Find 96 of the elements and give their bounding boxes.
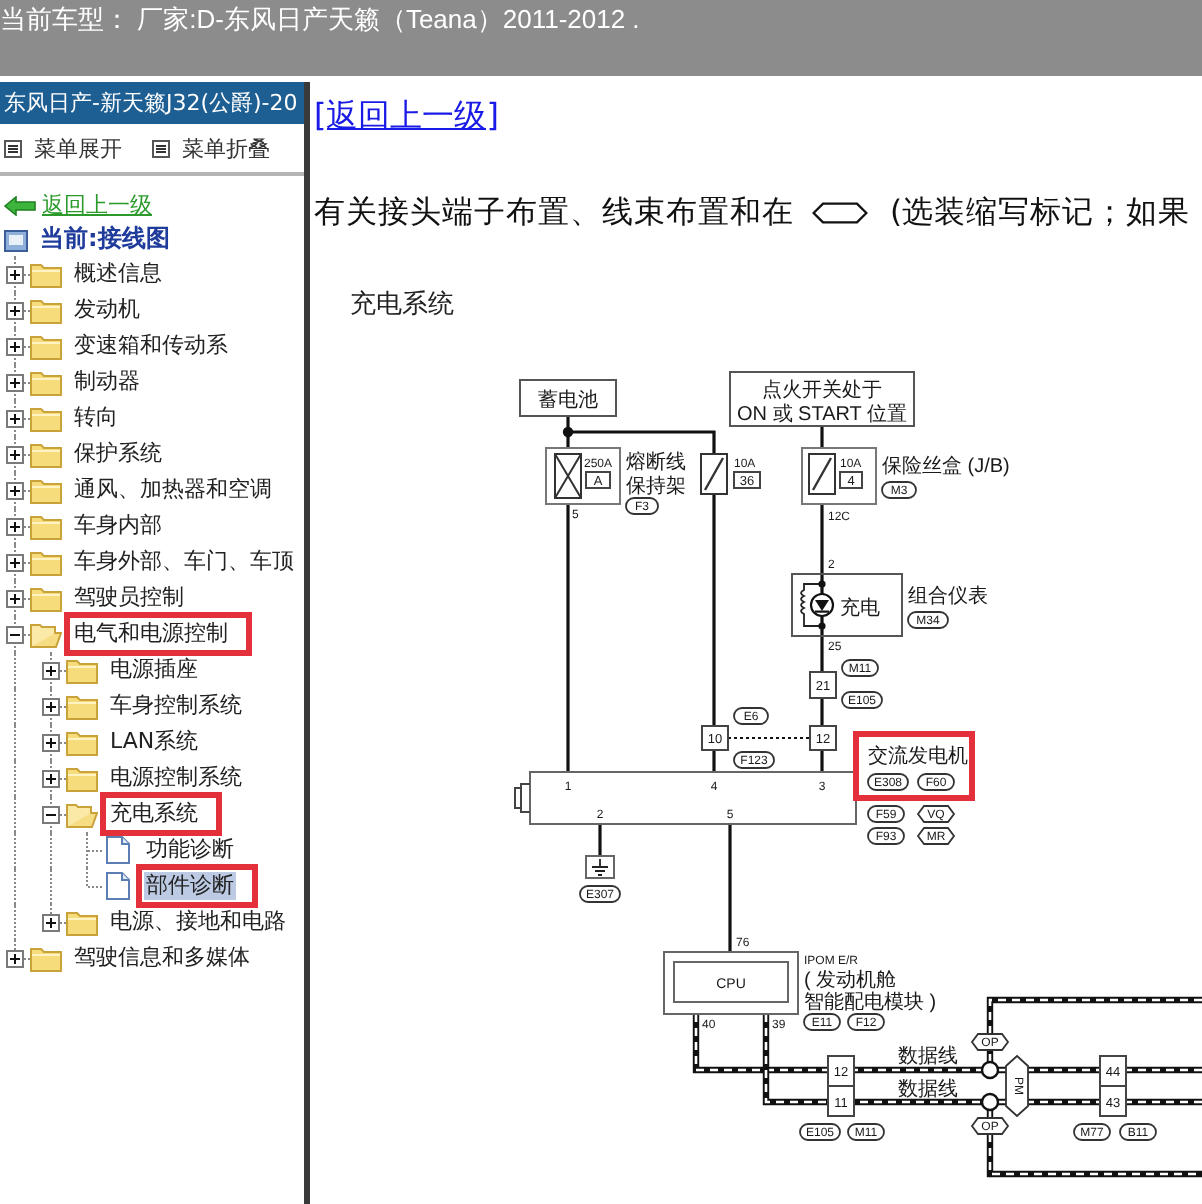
component-label: 保持架 xyxy=(626,476,686,498)
fuse-block xyxy=(801,447,877,505)
folder-icon xyxy=(30,333,62,359)
page-icon xyxy=(4,227,28,251)
expand-toggle[interactable] xyxy=(6,481,24,499)
wire xyxy=(727,737,811,739)
folder-icon xyxy=(30,261,62,287)
component-label: 熔断线 xyxy=(626,452,686,474)
tree-item[interactable]: 功能诊断 xyxy=(144,836,236,864)
tree-item[interactable]: 制动器 xyxy=(72,368,142,396)
tree-item[interactable]: LAN系统 xyxy=(108,728,201,756)
expand-toggle[interactable] xyxy=(6,625,24,643)
expand-toggle[interactable] xyxy=(6,589,24,607)
open-folder-icon xyxy=(66,801,98,827)
folder-icon xyxy=(30,585,62,611)
intro-text: 有关接头端子布置、线束布置和在 xyxy=(314,192,794,232)
wire xyxy=(598,824,602,856)
component-label: 交流发电机 xyxy=(868,746,968,768)
expand-toggle[interactable] xyxy=(6,265,24,283)
tree-item[interactable]: 驾驶信息和多媒体 xyxy=(72,944,252,972)
indicator-lamp-icon xyxy=(800,580,835,630)
junction-dot-icon xyxy=(562,426,574,438)
intro-text: (选装缩写标记；如果 xyxy=(890,192,1191,232)
document-icon xyxy=(106,836,130,864)
splice-circle-icon xyxy=(980,1060,1000,1080)
expand-toggle[interactable] xyxy=(6,409,24,427)
folder-icon xyxy=(30,441,62,467)
tree-item[interactable]: 发动机 xyxy=(72,296,142,324)
tree-item[interactable]: 充电系统 xyxy=(108,800,200,828)
component-label: 智能配电模块 ) xyxy=(804,992,937,1014)
component-label: ( 发动机舱 xyxy=(804,970,897,992)
expand-toggle[interactable] xyxy=(42,661,60,679)
vehicle-model-text: 当前车型： 厂家:D-东风日产天籁（Teana）2011-2012 . xyxy=(0,4,640,36)
tree-item[interactable]: 车身内部 xyxy=(72,512,164,540)
fusible-link xyxy=(545,447,621,505)
menu-button[interactable]: 菜单展开 xyxy=(4,133,122,163)
tree-item[interactable]: 电源、接地和电路 xyxy=(108,908,288,936)
folder-icon xyxy=(66,729,98,755)
expand-toggle[interactable] xyxy=(6,445,24,463)
splice-circle-icon xyxy=(980,1092,1000,1112)
open-folder-icon xyxy=(30,621,62,647)
ignition-switch-box: 点火开关处于 ON 或 START 位置 xyxy=(729,371,915,427)
folder-icon xyxy=(66,693,98,719)
list-icon xyxy=(152,139,170,157)
hexagon-symbol-icon xyxy=(812,201,868,223)
tree-item[interactable]: 转向 xyxy=(72,404,120,432)
folder-icon xyxy=(30,945,62,971)
back-link[interactable]: [返回上一级] xyxy=(314,96,499,136)
tree-item[interactable]: 部件诊断 xyxy=(144,872,236,900)
folder-icon xyxy=(66,909,98,935)
tree-item[interactable]: 变速箱和传动系 xyxy=(72,332,230,360)
expand-toggle[interactable] xyxy=(42,769,60,787)
combination-meter-box xyxy=(791,573,903,637)
expand-toggle[interactable] xyxy=(42,733,60,751)
tree-item[interactable]: 车身控制系统 xyxy=(108,692,244,720)
tree-item[interactable]: 车身外部、车门、车顶 xyxy=(72,548,296,576)
expand-toggle[interactable] xyxy=(6,553,24,571)
section-heading: 充电系统 xyxy=(350,290,454,322)
component-label: 组合仪表 xyxy=(908,586,988,608)
expand-toggle[interactable] xyxy=(6,301,24,319)
lamp-label: 充电 xyxy=(840,598,880,620)
folder-icon xyxy=(66,765,98,791)
expand-toggle[interactable] xyxy=(42,697,60,715)
folder-icon xyxy=(30,369,62,395)
arrow-left-icon xyxy=(4,196,36,216)
expand-toggle[interactable] xyxy=(42,913,60,931)
folder-icon xyxy=(30,549,62,575)
tree-item[interactable]: 保护系统 xyxy=(72,440,164,468)
folder-icon xyxy=(30,297,62,323)
panel-title: 东风日产-新天籁J32(公爵)-20 xyxy=(0,82,304,124)
battery-box: 蓄电池 xyxy=(519,379,617,417)
tree-item[interactable]: 概述信息 xyxy=(72,260,164,288)
tree-item[interactable]: 电源插座 xyxy=(108,656,200,684)
tree-item[interactable]: 通风、加热器和空调 xyxy=(72,476,274,504)
menu-button[interactable]: 菜单折叠 xyxy=(152,133,270,163)
ground-icon xyxy=(585,855,615,879)
expand-toggle[interactable] xyxy=(6,373,24,391)
tree-item[interactable]: 电气和电源控制 xyxy=(72,620,230,648)
current-page-label: 当前:接线图 xyxy=(40,224,170,254)
document-icon xyxy=(106,872,130,900)
fuse xyxy=(700,453,728,495)
folder-icon xyxy=(30,405,62,431)
expand-toggle[interactable] xyxy=(42,805,60,823)
folder-icon xyxy=(30,477,62,503)
expand-toggle[interactable] xyxy=(6,337,24,355)
wire xyxy=(728,824,732,952)
folder-icon xyxy=(30,513,62,539)
wire-label: 数据线 xyxy=(898,1046,958,1068)
expand-toggle[interactable] xyxy=(6,949,24,967)
component-label: 保险丝盒 (J/B) xyxy=(882,456,1010,478)
folder-icon xyxy=(66,657,98,683)
wire-label: 数据线 xyxy=(898,1079,958,1101)
expand-toggle[interactable] xyxy=(6,517,24,535)
tree-item[interactable]: 驾驶员控制 xyxy=(72,584,186,612)
tree-item[interactable]: 电源控制系统 xyxy=(108,764,244,792)
back-link[interactable]: 返回上一级 xyxy=(42,192,152,220)
